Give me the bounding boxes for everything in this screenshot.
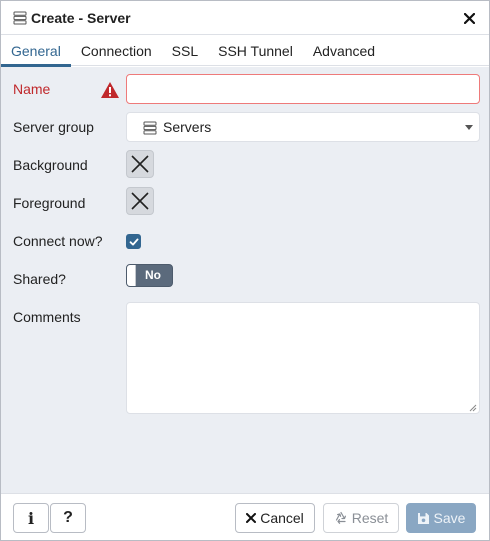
close-icon: [463, 12, 475, 24]
connect-now-label: Connect now?: [13, 233, 103, 249]
comments-label: Comments: [13, 309, 81, 325]
help-icon: ?: [63, 509, 73, 526]
server-group-select[interactable]: Servers: [126, 112, 480, 142]
shared-label: Shared?: [13, 271, 66, 287]
help-button[interactable]: ?: [50, 503, 86, 533]
tab-general[interactable]: General: [1, 35, 71, 67]
no-color-x-icon: [131, 155, 149, 173]
cancel-button-label: Cancel: [260, 510, 304, 526]
shared-toggle[interactable]: No: [126, 264, 173, 287]
foreground-label: Foreground: [13, 195, 86, 211]
background-label: Background: [13, 157, 88, 173]
create-server-dialog: Create - Server General Connection SSL S…: [0, 0, 490, 541]
tab-connection[interactable]: Connection: [71, 35, 162, 66]
tab-ssl[interactable]: SSL: [162, 35, 208, 66]
dialog-titlebar: Create - Server: [1, 1, 489, 35]
general-tab-panel: Name Server group Servers Background For…: [1, 67, 489, 493]
floppy-disk-icon: [417, 512, 429, 524]
reset-button-label: Reset: [351, 510, 389, 526]
resize-grip-icon[interactable]: [469, 404, 477, 412]
server-icon: [13, 11, 27, 25]
toggle-knob: [127, 265, 136, 286]
chevron-down-icon: [465, 125, 473, 130]
background-color-picker[interactable]: [126, 150, 154, 178]
checkmark-icon: [129, 238, 138, 245]
server-group-label: Server group: [13, 119, 94, 135]
close-button[interactable]: [459, 7, 479, 29]
tab-bar: General Connection SSL SSH Tunnel Advanc…: [1, 35, 489, 67]
foreground-color-picker[interactable]: [126, 187, 154, 215]
dialog-footer: i ? Cancel Reset Save: [1, 493, 489, 540]
save-button[interactable]: Save: [406, 503, 476, 533]
recycle-icon: [335, 511, 346, 524]
server-group-value: Servers: [163, 119, 212, 135]
close-icon: [246, 513, 257, 523]
no-color-x-icon: [131, 192, 149, 210]
cancel-button[interactable]: Cancel: [235, 503, 315, 533]
tab-advanced[interactable]: Advanced: [303, 35, 385, 66]
server-group-icon: [143, 121, 157, 135]
save-button-label: Save: [433, 510, 466, 526]
reset-button[interactable]: Reset: [323, 503, 399, 533]
shared-toggle-value: No: [145, 268, 161, 282]
info-button[interactable]: i: [13, 503, 49, 533]
tab-ssh-tunnel[interactable]: SSH Tunnel: [208, 35, 303, 66]
name-label: Name: [13, 81, 51, 97]
name-input[interactable]: [126, 74, 480, 104]
comments-textarea[interactable]: [126, 302, 480, 414]
dialog-title: Create - Server: [31, 10, 131, 26]
connect-now-checkbox[interactable]: [126, 234, 141, 249]
warning-icon: [101, 82, 119, 98]
info-icon: i: [27, 508, 35, 528]
